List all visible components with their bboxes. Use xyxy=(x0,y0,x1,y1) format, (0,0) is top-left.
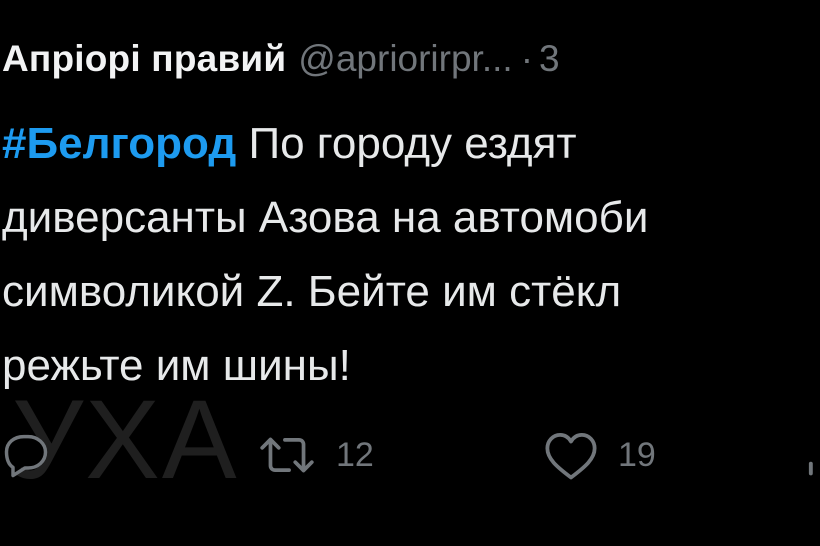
tweet[interactable]: Апріорі правий @apriorirpr... · 3 #Белгород… xyxy=(0,0,820,546)
heart-icon xyxy=(542,429,600,481)
tweet-text-line-3: символикой Z. Бейте им стёкл xyxy=(2,267,622,316)
like-button[interactable]: 19 xyxy=(542,418,656,492)
tweet-header: Апріорі правий @apriorirpr... · 3 xyxy=(2,36,560,82)
author-handle[interactable]: @apriorirpr... xyxy=(298,38,512,79)
header-separator: · xyxy=(520,38,534,79)
tweet-text-line-2: диверсанты Азова на автомоби xyxy=(2,193,649,242)
tweet-text-line-1-rest: По городу ездят xyxy=(236,119,577,168)
tweet-text-line-1: #Белгород По городу ездят xyxy=(2,107,820,181)
share-icon xyxy=(806,429,820,481)
retweet-button[interactable]: 12 xyxy=(256,418,374,492)
reply-button[interactable] xyxy=(0,418,52,492)
tweet-timestamp[interactable]: 3 xyxy=(539,38,560,79)
author-name[interactable]: Апріорі правий xyxy=(2,38,286,79)
like-count: 19 xyxy=(618,435,656,474)
retweet-count: 12 xyxy=(336,435,374,474)
reply-icon xyxy=(0,429,52,481)
hashtag-link[interactable]: #Белгород xyxy=(2,119,236,168)
share-button[interactable] xyxy=(806,418,820,492)
retweet-icon xyxy=(256,429,318,481)
tweet-actions: 12 19 xyxy=(0,418,820,498)
tweet-text: #Белгород По городу ездят диверсанты Азо… xyxy=(2,107,820,403)
